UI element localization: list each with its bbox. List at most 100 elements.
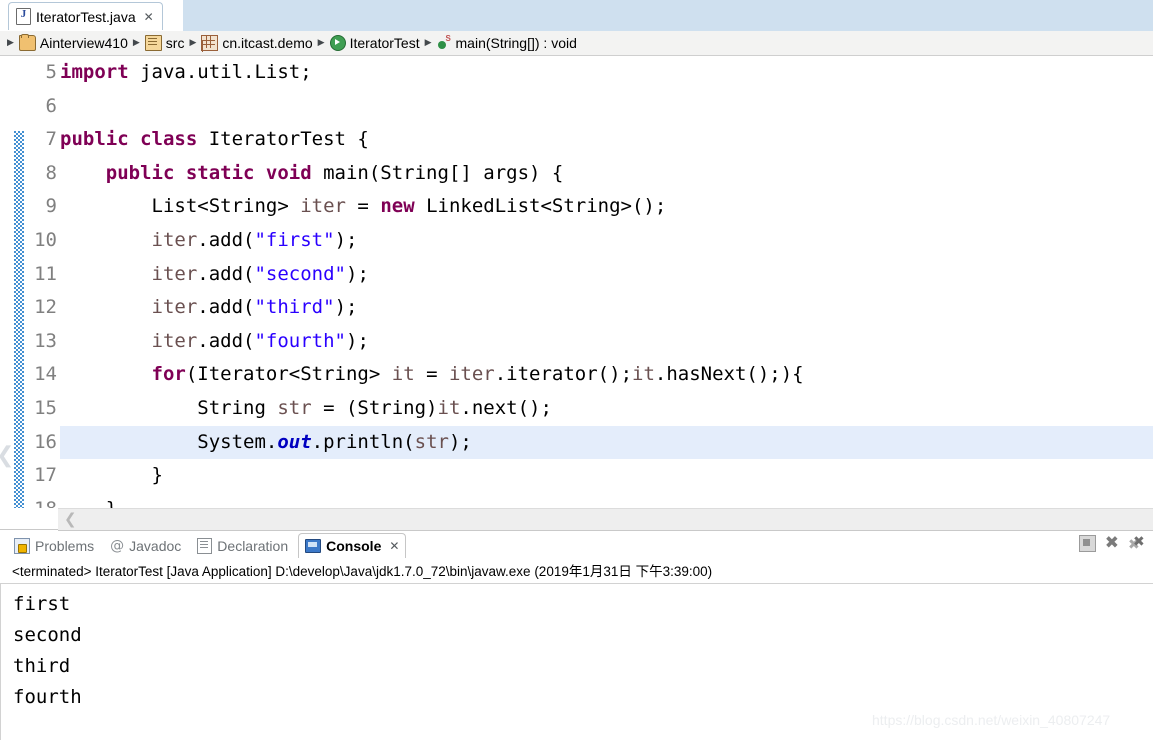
- line-number: 17: [24, 459, 60, 493]
- line-number-label: 17: [34, 464, 57, 487]
- code-text-area[interactable]: import java.util.List; public class Itera…: [60, 56, 1153, 508]
- code-line[interactable]: [60, 90, 1153, 124]
- code-line[interactable]: List<String> iter = new LinkedList<Strin…: [60, 190, 1153, 224]
- line-number-label: 9: [45, 195, 57, 218]
- code-token: IteratorTest {: [197, 128, 369, 151]
- tab-label: Console: [326, 538, 382, 554]
- code-line[interactable]: iter.add("second");: [60, 258, 1153, 292]
- code-line[interactable]: }: [60, 493, 1153, 508]
- line-number-label: 12: [34, 296, 57, 319]
- breadcrumb-item-label: cn.itcast.demo: [222, 35, 313, 51]
- static-method-icon: [437, 34, 452, 50]
- code-token: public class: [60, 128, 198, 151]
- editor-tab-iteratortest[interactable]: IteratorTest.java ✕: [8, 2, 163, 30]
- close-icon[interactable]: ✕: [144, 11, 154, 23]
- code-token: );: [334, 296, 358, 319]
- remove-all-terminated-button[interactable]: ✖ ✖: [1128, 535, 1147, 552]
- breadcrumb-item-class[interactable]: IteratorTest: [329, 35, 420, 51]
- line-number-gutter: 5 6 7 8 9 10 11 12 13 14 15 16 17 18: [24, 56, 60, 508]
- code-line[interactable]: import java.util.List;: [60, 56, 1153, 90]
- code-token: );: [346, 329, 369, 352]
- code-line[interactable]: iter.add("first");: [60, 224, 1153, 258]
- line-number-label: 5: [45, 61, 57, 83]
- line-number: 10: [24, 224, 60, 258]
- tab-declaration[interactable]: Declaration: [191, 533, 294, 558]
- chevron-right-icon: ▶: [7, 38, 14, 48]
- code-token: );: [448, 430, 472, 453]
- line-number: 8: [24, 157, 60, 191]
- code-token: it: [391, 363, 415, 386]
- console-view: Problems @ Javadoc Declaration Console ✕…: [0, 531, 1153, 740]
- tab-javadoc[interactable]: @ Javadoc: [104, 533, 187, 558]
- line-number: 12: [24, 291, 60, 325]
- console-output-line: second: [13, 624, 82, 646]
- tab-label: Problems: [35, 537, 95, 554]
- chevron-right-icon: ▶: [317, 38, 325, 48]
- watermark: https://blog.csdn.net/weixin_40807247: [872, 712, 1111, 728]
- line-number-label: 7: [45, 128, 57, 151]
- code-line[interactable]: System.out.println(str);: [60, 425, 1153, 460]
- collapse-arrow-icon[interactable]: ❮: [0, 444, 14, 468]
- code-line[interactable]: public static void main(String[] args) {: [60, 157, 1153, 191]
- breadcrumb-item-label: Ainterview410: [39, 35, 128, 51]
- java-file-icon: [16, 8, 31, 25]
- code-token: "second": [254, 262, 346, 285]
- code-line[interactable]: iter.add("fourth");: [60, 325, 1153, 359]
- code-token: iter: [151, 296, 198, 319]
- javadoc-icon: @: [110, 537, 125, 554]
- code-token: System.: [60, 430, 278, 453]
- code-line[interactable]: iter.add("third");: [60, 291, 1153, 325]
- code-token: "third": [254, 296, 335, 319]
- code-token: }: [60, 498, 117, 508]
- tab-problems[interactable]: Problems: [8, 533, 100, 558]
- remove-launch-button[interactable]: ✖: [1105, 535, 1119, 552]
- code-token: .hasNext();){: [654, 363, 804, 386]
- line-number-label: 16: [34, 430, 57, 453]
- breadcrumb-item-package[interactable]: cn.itcast.demo: [201, 35, 313, 51]
- code-token: .println(: [311, 430, 415, 453]
- breadcrumb-item-project[interactable]: Ainterview410: [18, 34, 128, 51]
- breadcrumb-item-method[interactable]: main(String[]) : void: [437, 34, 577, 51]
- breadcrumb-item-src[interactable]: src: [144, 35, 184, 51]
- line-number-label: 15: [34, 396, 57, 419]
- code-editor[interactable]: ❮ 5 6 7 8 9 10 11 12 13 14 15 16 17 18 import java.ut…: [0, 56, 1153, 508]
- tab-label: Javadoc: [129, 537, 182, 554]
- editor-tab-bar-empty-area: [183, 0, 1153, 32]
- code-token: List<String>: [60, 195, 301, 218]
- code-line[interactable]: String str = (String)it.next();: [60, 392, 1153, 426]
- code-token: import: [60, 61, 129, 83]
- code-line[interactable]: public class IteratorTest {: [60, 123, 1153, 157]
- code-token: (Iterator<String>: [185, 363, 392, 386]
- code-token: java.util.List;: [128, 61, 312, 83]
- code-token: );: [334, 228, 358, 251]
- package-icon: [201, 35, 219, 51]
- line-number: 11: [24, 258, 60, 292]
- folding-column[interactable]: ❮: [0, 56, 14, 508]
- code-line[interactable]: }: [60, 459, 1153, 493]
- code-token: str: [414, 430, 449, 453]
- code-token: );: [346, 262, 369, 285]
- editor-horizontal-scrollbar[interactable]: ❮: [58, 508, 1153, 531]
- tab-console[interactable]: Console ✕: [298, 533, 407, 558]
- tab-label: Declaration: [217, 537, 289, 554]
- chevron-right-icon: ▶: [132, 38, 140, 48]
- line-number: 16: [24, 426, 60, 460]
- source-folder-icon: [144, 35, 162, 51]
- editor-tab-label: IteratorTest.java: [36, 8, 136, 25]
- problems-icon: [14, 537, 30, 554]
- code-token: it: [632, 363, 655, 386]
- console-icon: [305, 539, 322, 553]
- breadcrumb: ▶ Ainterview410 ▶ src ▶ cn.itcast.demo ▶…: [0, 31, 1153, 56]
- code-token: main(String[] args) {: [311, 161, 564, 184]
- chevron-right-icon: ▶: [424, 38, 432, 48]
- code-token: .add(: [197, 296, 255, 319]
- code-token: iter: [151, 228, 198, 251]
- scroll-left-icon[interactable]: ❮: [64, 510, 77, 529]
- code-token: .add(: [197, 262, 255, 285]
- close-icon[interactable]: ✕: [389, 539, 399, 553]
- code-line[interactable]: for(Iterator<String> it = iter.iterator(…: [60, 358, 1153, 392]
- terminate-button[interactable]: [1078, 535, 1096, 552]
